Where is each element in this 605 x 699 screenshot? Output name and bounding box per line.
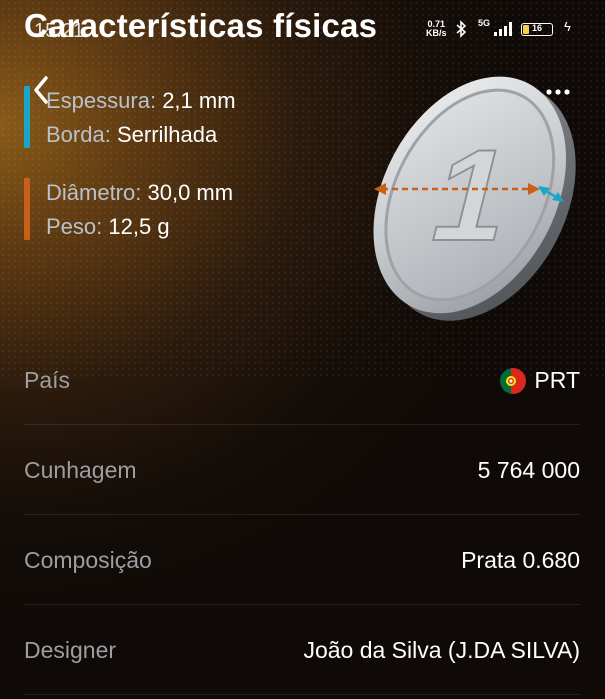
spec-label: Peso:	[46, 214, 103, 239]
detail-label: País	[24, 367, 71, 393]
spec-thickness: Espessura: 2,1 mm	[46, 88, 236, 114]
detail-row-designer: Designer João da Silva (J.DA SILVA)	[24, 605, 580, 695]
detail-row-mintage: Cunhagem 5 764 000	[24, 425, 580, 515]
charging-icon: ϟ	[564, 19, 571, 34]
detail-label: Designer	[24, 637, 117, 663]
detail-value: 5 764 000	[477, 457, 580, 483]
net-speed-unit: KB/s	[426, 28, 447, 38]
spec-value: 2,1 mm	[162, 88, 236, 113]
detail-value: PRT	[534, 367, 580, 393]
spec-group-thickness-edge: Espessura: 2,1 mm Borda: Serrilhada	[24, 86, 324, 148]
network-type: 5G	[478, 18, 491, 28]
bluetooth-icon	[456, 20, 467, 38]
spec-value: Serrilhada	[116, 122, 218, 147]
battery-level: 16	[532, 23, 543, 33]
coin-illustration: 1	[373, 76, 576, 321]
detail-value: Prata 0.680	[461, 547, 580, 573]
detail-row-country: País PRT	[24, 335, 580, 425]
detail-value: João da Silva (J.DA SILVA)	[303, 637, 580, 663]
spec-group-diameter-weight: Diâmetro: 30,0 mm Peso: 12,5 g	[24, 178, 324, 240]
page-title: Características físicas	[24, 7, 378, 44]
spec-label: Diâmetro:	[46, 180, 142, 205]
spec-edge: Borda: Serrilhada	[46, 122, 217, 148]
spec-bar-blue	[24, 86, 30, 148]
detail-row-composition: Composição Prata 0.680	[24, 515, 580, 605]
portugal-flag-icon	[500, 368, 526, 394]
detail-label: Cunhagem	[24, 457, 137, 483]
spec-weight: Peso: 12,5 g	[46, 214, 170, 240]
spec-bar-orange	[24, 178, 30, 240]
detail-label: Composição	[24, 547, 152, 573]
spec-diameter: Diâmetro: 30,0 mm	[46, 180, 233, 206]
spec-value: 12,5 g	[108, 214, 170, 239]
spec-label: Espessura:	[46, 88, 157, 113]
spec-value: 30,0 mm	[147, 180, 234, 205]
spec-label: Borda:	[46, 122, 111, 147]
battery-icon: 16	[521, 23, 553, 36]
net-speed: 0.71 KB/s	[426, 20, 447, 38]
signal-icon	[494, 22, 512, 36]
